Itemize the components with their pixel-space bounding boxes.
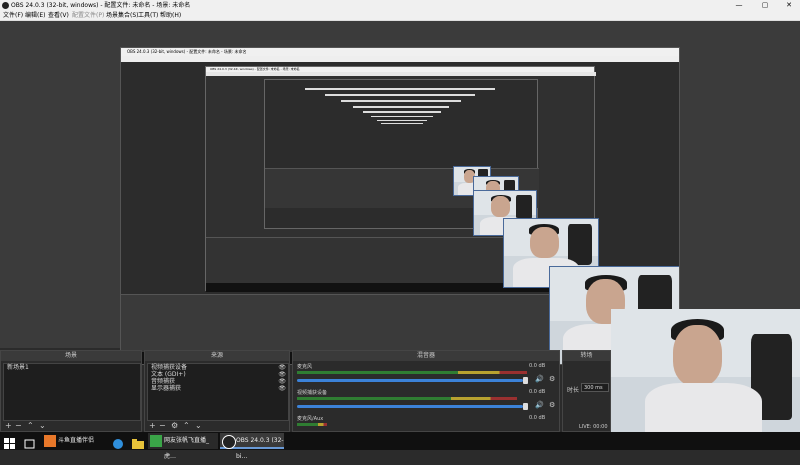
- list-item[interactable]: 新场景1: [4, 364, 140, 371]
- volume-slider[interactable]: [297, 405, 523, 408]
- scenes-dock-title: 场景: [1, 351, 141, 361]
- source-label: 显示器捕获: [151, 385, 182, 392]
- menu-profile[interactable]: 配置文件(P): [72, 11, 104, 21]
- source-label: 音频捕获: [151, 378, 176, 385]
- window-title: OBS 24.0.3 (32-bit, windows) - 配置文件: 未命名…: [11, 2, 191, 9]
- speaker-icon[interactable]: 🔊: [535, 401, 544, 409]
- preview-area[interactable]: OBS 24.0.3 (32-bit, windows) - 配置文件: 未命名…: [0, 21, 800, 365]
- scenes-list[interactable]: 新场景1: [3, 363, 141, 421]
- browser-icon: [150, 435, 162, 447]
- channel-name: 视频捕获设备: [297, 390, 328, 396]
- source-label: 视频捕获设备: [151, 364, 188, 371]
- mixer-dock: 混音器 麦克风 0.0 dB 🔊 ⚙ 视频捕获设备 0.0 dB 🔊 ⚙ 麦克风…: [292, 350, 560, 432]
- menu-bar: 文件(F) 编辑(E) 查看(V) 配置文件(P) 场景集合(S) 工具(T) …: [0, 11, 800, 21]
- volume-meter: [297, 423, 327, 426]
- slider-handle[interactable]: [523, 403, 528, 410]
- list-item[interactable]: 视频捕获设备 👁: [148, 364, 288, 371]
- menu-view[interactable]: 查看(V): [48, 11, 69, 21]
- volume-slider[interactable]: [297, 379, 523, 382]
- channel-db: 0.0 dB: [529, 415, 546, 421]
- move-up-icon[interactable]: ⌃: [27, 421, 34, 431]
- sources-dock-title: 来源: [145, 351, 289, 361]
- eye-icon[interactable]: 👁: [278, 371, 288, 378]
- channel-db: 0.0 dB: [529, 389, 546, 395]
- eye-icon[interactable]: 👁: [278, 385, 288, 392]
- add-source-button[interactable]: +: [149, 421, 156, 431]
- slider-handle[interactable]: [523, 377, 528, 384]
- eye-icon[interactable]: 👁: [278, 364, 288, 371]
- transitions-dock-title: 转场: [563, 351, 610, 361]
- list-item[interactable]: 显示器捕获 👁: [148, 385, 288, 392]
- volume-meter: [297, 371, 527, 374]
- edge-browser-icon[interactable]: [112, 435, 124, 449]
- live-status: LIVE: 00:00: [579, 424, 608, 430]
- taskbar-app-browser[interactable]: 网友张帆飞直播_虎…: [148, 433, 218, 460]
- nested-menu: [121, 56, 679, 62]
- move-up-icon[interactable]: ⌃: [183, 421, 190, 431]
- taskbar-app-douyu[interactable]: 斗鱼直播伴侣: [42, 433, 104, 449]
- taskbar-app-label: OBS 24.0.3 (32-bi…: [236, 437, 284, 460]
- douyu-icon: [44, 435, 56, 447]
- gear-icon[interactable]: ⚙: [171, 421, 178, 431]
- sources-dock: 来源 视频捕获设备 👁 文本 (GDI+) 👁 音频捕获 👁 显示器捕获 👁 + − ⚙…: [144, 350, 290, 432]
- source-label: 文本 (GDI+): [151, 371, 186, 378]
- menu-help[interactable]: 帮助(H): [160, 11, 181, 21]
- taskbar-app-label: 网友张帆飞直播_虎…: [164, 437, 210, 460]
- scenes-dock: 场景 新场景1 + − ⌃ ⌄: [0, 350, 142, 432]
- title-bar: OBS 24.0.3 (32-bit, windows) - 配置文件: 未命名…: [0, 0, 800, 11]
- list-item[interactable]: 音频捕获 👁: [148, 378, 288, 385]
- maximize-button[interactable]: ▢: [754, 0, 776, 11]
- file-explorer-icon[interactable]: [132, 435, 144, 449]
- task-view-icon[interactable]: [24, 435, 36, 449]
- gear-icon[interactable]: ⚙: [549, 401, 555, 409]
- taskbar: 斗鱼直播伴侣 网友张帆飞直播_虎… OBS 24.0.3 (32-bi…: [0, 432, 800, 460]
- webcam-source: [611, 309, 800, 432]
- duration-label: 时长: [567, 387, 580, 394]
- obs-logo-icon: [2, 2, 9, 9]
- duration-input[interactable]: 300 ms: [581, 383, 609, 392]
- add-scene-button[interactable]: +: [5, 421, 12, 431]
- volume-meter: [297, 397, 517, 400]
- channel-name: 麦克风: [297, 364, 313, 370]
- nested-menu-2: [206, 72, 596, 76]
- minimize-button[interactable]: —: [728, 0, 750, 11]
- sources-list[interactable]: 视频捕获设备 👁 文本 (GDI+) 👁 音频捕获 👁 显示器捕获 👁: [147, 363, 289, 421]
- close-button[interactable]: ✕: [778, 0, 800, 11]
- obs-icon: [222, 435, 236, 449]
- transitions-dock: 转场 时长 300 ms: [562, 350, 611, 432]
- move-down-icon[interactable]: ⌄: [39, 421, 46, 431]
- nested-title: OBS 24.0.3 (32-bit, windows) - 配置文件: 未命名…: [121, 48, 679, 56]
- list-item[interactable]: 文本 (GDI+) 👁: [148, 371, 288, 378]
- move-down-icon[interactable]: ⌄: [195, 421, 202, 431]
- taskbar-app-obs[interactable]: OBS 24.0.3 (32-bi…: [220, 433, 284, 460]
- speaker-icon[interactable]: 🔊: [535, 375, 544, 383]
- remove-source-button[interactable]: −: [159, 421, 166, 431]
- remove-scene-button[interactable]: −: [15, 421, 22, 431]
- taskbar-app-label: 斗鱼直播伴侣: [58, 437, 95, 444]
- mixer-dock-title: 混音器: [293, 351, 559, 361]
- channel-db: 0.0 dB: [529, 363, 546, 369]
- channel-name: 麦克风/Aux: [297, 416, 324, 422]
- preview-canvas[interactable]: OBS 24.0.3 (32-bit, windows) - 配置文件: 未命名…: [120, 47, 680, 365]
- windows-start-icon[interactable]: [4, 435, 16, 449]
- menu-edit[interactable]: 编辑(E): [25, 11, 45, 21]
- menu-file[interactable]: 文件(F): [3, 11, 23, 21]
- eye-icon[interactable]: 👁: [278, 378, 288, 385]
- gear-icon[interactable]: ⚙: [549, 375, 555, 383]
- menu-tools[interactable]: 工具(T): [138, 11, 158, 21]
- menu-scene-collection[interactable]: 场景集合(S): [106, 11, 139, 21]
